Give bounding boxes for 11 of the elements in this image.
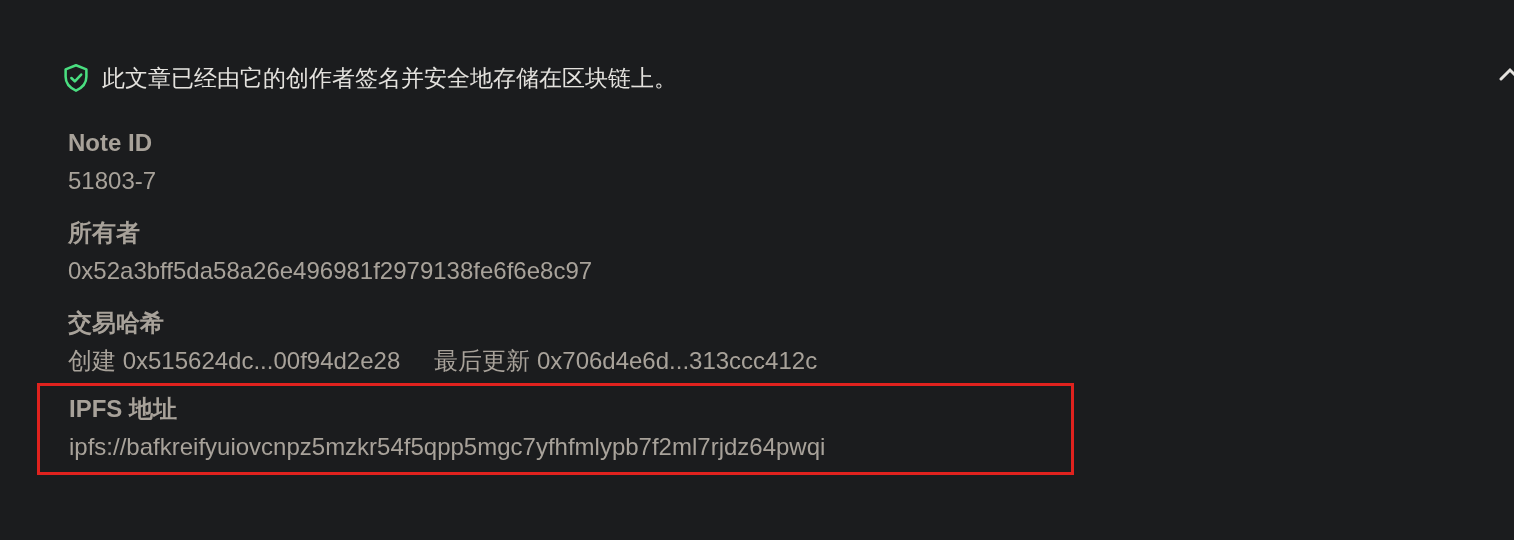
field-label: 交易哈希 <box>68 308 165 338</box>
transaction-hash: 最后更新 0x706d4e6d...313ccc412c <box>434 346 818 376</box>
transaction-hash: 创建 0x515624dc...00f94d2e28 <box>68 346 401 376</box>
field-value: 51803-7 <box>68 166 158 196</box>
field-label: 所有者 <box>68 218 141 248</box>
field-label: IPFS 地址 <box>69 394 178 424</box>
field-value: ipfs://bafkreifyuiovcnpz5mzkr54f5qpp5mgc7yfhfmlypb7f2ml7rjdz64pwqi <box>69 432 827 462</box>
field-value: 0x52a3bff5da58a26e496981f2979138fe6f6e8c97 <box>68 256 594 286</box>
signed-notice: 此文章已经由它的创作者签名并安全地存储在区块链上。 <box>102 63 677 93</box>
shield-check-icon <box>62 63 90 93</box>
field-label: Note ID <box>68 128 153 158</box>
